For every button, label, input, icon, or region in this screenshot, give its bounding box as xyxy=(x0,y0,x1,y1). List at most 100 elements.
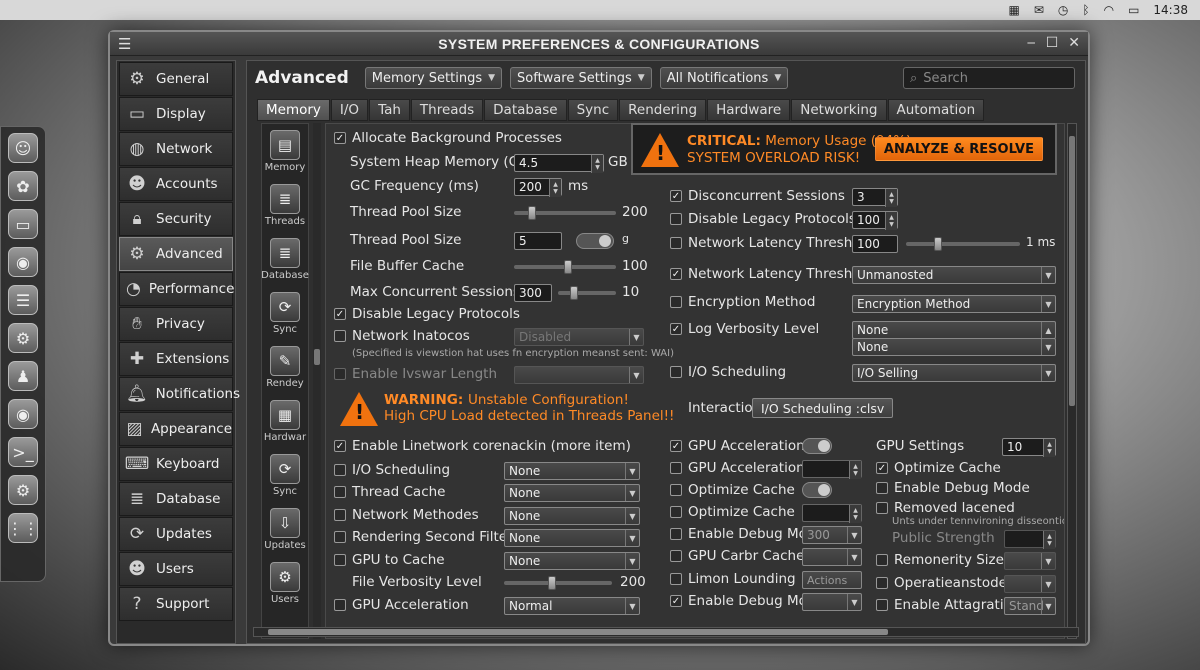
gpu1-toggle[interactable] xyxy=(802,438,832,454)
analyze-resolve-button[interactable]: ANALYZE & RESOLVE xyxy=(874,137,1043,161)
limon-checkbox[interactable] xyxy=(670,573,682,585)
grid-icon[interactable]: ⋮⋮ xyxy=(7,513,39,543)
inatocos-select[interactable]: Disabled ▼ xyxy=(514,328,644,346)
render-filter-checkbox[interactable] xyxy=(334,531,346,543)
net-methodes-select[interactable]: None ▼ xyxy=(504,507,640,525)
render-filter-select[interactable]: None ▼ xyxy=(504,529,640,547)
thread-pool-toggle[interactable] xyxy=(576,233,614,249)
stepper-arrows-icon[interactable]: ▲ ▼ xyxy=(1043,439,1055,457)
gpu-debug-checkbox[interactable] xyxy=(876,482,888,494)
sidebar-item-general[interactable]: ⚙ General xyxy=(119,62,233,96)
thread-pool-slider[interactable] xyxy=(514,206,616,220)
sidebar-item-keyboard[interactable]: ⌨ Keyboard xyxy=(119,447,233,481)
sidebar-item-accounts[interactable]: ☻ Accounts xyxy=(119,167,233,201)
debug1-checkbox[interactable] xyxy=(670,528,682,540)
slider-knob[interactable] xyxy=(570,286,578,300)
thread-cache-checkbox[interactable] xyxy=(334,486,346,498)
tab-automation[interactable]: Automation xyxy=(887,99,985,121)
operation-checkbox[interactable] xyxy=(876,577,888,589)
scrollbar-thumb[interactable] xyxy=(268,629,888,635)
slider-knob[interactable] xyxy=(934,237,942,251)
terminal-icon[interactable]: >_ xyxy=(8,437,38,467)
debug2-checkbox[interactable]: ✓ xyxy=(670,595,682,607)
thread-cache-select[interactable]: None ▼ xyxy=(504,484,640,502)
tab-memory[interactable]: Memory xyxy=(257,99,330,121)
tab-tah[interactable]: Tah xyxy=(369,99,410,121)
buffer-slider[interactable] xyxy=(514,260,616,274)
tab-hardware[interactable]: Hardware xyxy=(707,99,791,121)
sidebar-item-extensions[interactable]: ✚ Extensions xyxy=(119,342,233,376)
gpu-settings-stepper[interactable]: 10 ▲ ▼ xyxy=(1002,438,1056,457)
logverb-select-1[interactable]: None ▲ xyxy=(852,321,1056,339)
category-threads[interactable]: ≣ Threads xyxy=(262,178,308,232)
maximize-icon[interactable]: ☐ xyxy=(1046,35,1059,51)
search-input[interactable]: ⌕ Search xyxy=(903,67,1075,89)
tab-sync[interactable]: Sync xyxy=(567,99,619,121)
gpu-accel-checkbox[interactable] xyxy=(334,599,346,611)
gpu2-checkbox[interactable] xyxy=(670,462,682,474)
gpu-accel-select[interactable]: Normal ▼ xyxy=(504,597,640,615)
stepper-arrows-icon[interactable]: ▲ ▼ xyxy=(849,461,861,479)
slider-knob[interactable] xyxy=(548,576,556,590)
category-sync-2[interactable]: ⟳ Sync xyxy=(262,448,308,502)
photos-icon[interactable]: ✿ xyxy=(8,171,38,201)
stepper-arrows-icon[interactable]: ▲ ▼ xyxy=(1043,531,1055,549)
chrome-icon[interactable]: ◉ xyxy=(8,399,38,429)
opt2-checkbox[interactable] xyxy=(670,506,682,518)
linetwork-checkbox[interactable]: ✓ xyxy=(334,440,346,452)
sidebar-item-support[interactable]: ? Support xyxy=(119,587,233,621)
gpu-optimize-checkbox[interactable]: ✓ xyxy=(876,462,888,474)
legacy-checkbox[interactable]: ✓ xyxy=(334,308,346,320)
io-sched-right-checkbox[interactable] xyxy=(670,366,682,378)
gpu-cache-checkbox[interactable] xyxy=(334,554,346,566)
thread-pool-field[interactable]: 5 xyxy=(514,232,562,250)
gpu1-checkbox[interactable]: ✓ xyxy=(670,440,682,452)
max-concurrent-field[interactable]: 300 xyxy=(514,284,552,302)
chrome-icon[interactable]: ◉ xyxy=(8,247,38,277)
slider-knob[interactable] xyxy=(564,260,572,274)
sidebar-item-notifications[interactable]: 🔔︎ Notifications xyxy=(119,377,240,411)
stack-icon[interactable]: ☰ xyxy=(8,285,38,315)
tab-rendering[interactable]: Rendering xyxy=(619,99,707,121)
disconcurrent-checkbox[interactable]: ✓ xyxy=(670,190,682,202)
io-sched-right-select[interactable]: I/O Selling ▼ xyxy=(852,364,1056,382)
minimize-icon[interactable]: ‒ xyxy=(1027,35,1036,51)
tab-database[interactable]: Database xyxy=(484,99,567,121)
allocate-checkbox[interactable]: ✓ xyxy=(334,132,346,144)
gc-stepper[interactable]: 200 ▲ ▼ xyxy=(514,178,562,197)
interaction-button[interactable]: I/O Scheduling :clsv xyxy=(752,398,894,418)
latency1-checkbox[interactable] xyxy=(670,237,682,249)
encryption-select[interactable]: Encryption Method ▼ xyxy=(852,295,1056,313)
heap-stepper[interactable]: 4.5 ▲ ▼ xyxy=(514,154,604,173)
logverb-select-2[interactable]: None ▼ xyxy=(852,338,1056,356)
category-hardware[interactable]: ▦ Hardwar xyxy=(262,394,308,448)
limon-select[interactable]: Actions xyxy=(802,571,862,589)
stepper-arrows-icon[interactable]: ▲ ▼ xyxy=(549,179,561,197)
attagrating-checkbox[interactable] xyxy=(876,599,888,611)
ivswar-select[interactable]: ▼ xyxy=(514,366,644,384)
logverb-checkbox[interactable]: ✓ xyxy=(670,323,682,335)
battery-icon[interactable]: ▭ xyxy=(1128,3,1139,17)
carbr-checkbox[interactable] xyxy=(670,550,682,562)
sidebar-item-display[interactable]: ▭ Display xyxy=(119,97,233,131)
bluetooth-icon[interactable]: ᛒ xyxy=(1082,3,1089,17)
tab-networking[interactable]: Networking xyxy=(791,99,887,121)
latency1-slider[interactable] xyxy=(906,237,1020,251)
max-concurrent-slider[interactable] xyxy=(558,286,616,300)
gpu2-stepper[interactable]: ▲ ▼ xyxy=(802,460,862,479)
horizontal-scrollbar[interactable] xyxy=(253,627,1079,637)
icon-column-scrollbar[interactable] xyxy=(313,123,321,639)
settings-icon[interactable]: ⚙ xyxy=(8,323,38,353)
ivswar-checkbox[interactable] xyxy=(334,368,346,380)
calendar-icon[interactable]: ▦ xyxy=(1008,3,1019,17)
close-icon[interactable]: ✕ xyxy=(1068,35,1080,51)
latency2-select[interactable]: Unmanosted ▼ xyxy=(852,266,1056,284)
stepper-arrows-icon[interactable]: ▲ ▼ xyxy=(849,505,861,523)
sidebar-item-privacy[interactable]: ✋︎ Privacy xyxy=(119,307,233,341)
opt2-stepper[interactable]: ▲ ▼ xyxy=(802,504,862,523)
io-sched-select[interactable]: None ▼ xyxy=(504,462,640,480)
category-memory[interactable]: ▤ Memory xyxy=(262,124,308,178)
opt1-toggle[interactable] xyxy=(802,482,832,498)
sidebar-item-updates[interactable]: ⟳ Updates xyxy=(119,517,233,551)
operation-select[interactable]: ▼ xyxy=(1004,575,1056,593)
